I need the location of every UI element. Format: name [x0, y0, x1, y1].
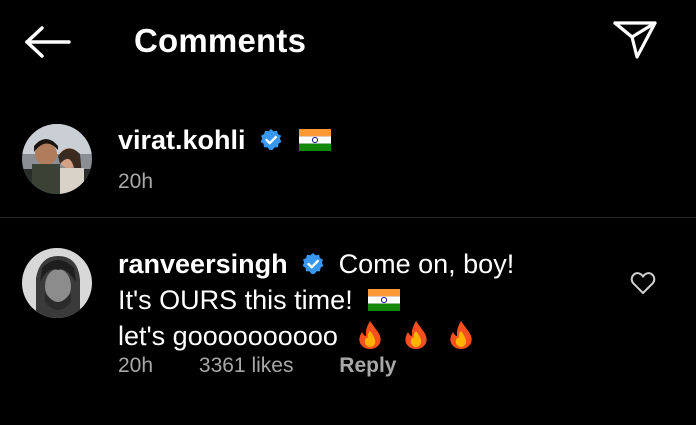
- comment-meta: 20h 3361 likes Reply: [118, 354, 436, 378]
- back-button[interactable]: [22, 22, 72, 62]
- caption-text: virat.kohli: [118, 120, 331, 160]
- comment-line-2: It's OURS this time!: [118, 282, 514, 318]
- share-button[interactable]: [608, 16, 662, 64]
- fire-icon: [405, 321, 427, 349]
- page-title: Comments: [134, 22, 307, 59]
- india-flag-icon: [368, 289, 401, 311]
- avatar-ranveer[interactable]: [22, 248, 92, 318]
- comment-body-line-3: let's goooooooooo: [118, 321, 338, 351]
- comment-likes[interactable]: 3361 likes: [199, 354, 294, 377]
- comment-username[interactable]: ranveersingh: [118, 249, 288, 279]
- comment-time: 20h: [118, 354, 154, 377]
- avatar-virat[interactable]: [22, 124, 92, 194]
- caption-row: virat.kohli 20h: [0, 112, 696, 212]
- fire-icon: [359, 321, 382, 349]
- avatar-photo: [22, 124, 92, 194]
- comment-row: ranveersingh Come on, boy! It's OURS thi…: [0, 218, 696, 425]
- arrow-left-icon: [25, 26, 71, 58]
- comment-text: ranveersingh Come on, boy! It's OURS thi…: [118, 246, 514, 354]
- comment-line-1: ranveersingh Come on, boy!: [118, 246, 514, 282]
- paper-plane-icon: [613, 21, 657, 59]
- comments-screen: Comments virat.kohli 20h ranveersingh Co…: [0, 0, 696, 425]
- india-flag-icon: [298, 129, 331, 151]
- like-button[interactable]: [628, 268, 658, 298]
- comment-body-line-2: It's OURS this time!: [118, 285, 353, 315]
- heart-outline-icon: [630, 272, 656, 294]
- avatar-photo: [22, 248, 92, 318]
- caption-time: 20h: [118, 170, 154, 193]
- verified-badge-icon: [302, 253, 324, 274]
- fire-icon: [450, 321, 473, 349]
- header: Comments: [0, 0, 696, 84]
- verified-badge-icon: [260, 129, 282, 150]
- reply-button[interactable]: Reply: [339, 354, 396, 377]
- comment-body-line-1: Come on, boy!: [338, 249, 515, 279]
- comment-line-3: let's goooooooooo: [118, 318, 514, 354]
- caption-username[interactable]: virat.kohli: [118, 125, 246, 155]
